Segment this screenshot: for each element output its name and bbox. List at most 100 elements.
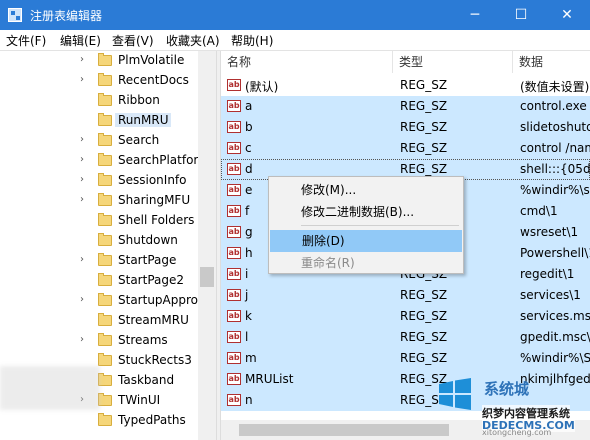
title-bar: 注册表编辑器 ─ ☐ ✕	[0, 0, 590, 30]
value-name: e	[245, 183, 253, 197]
string-value-icon: ab	[227, 205, 241, 217]
tree-scrollbar[interactable]	[198, 51, 216, 440]
minimize-button[interactable]: ─	[452, 0, 498, 30]
tree-item-ribbon[interactable]: Ribbon	[0, 91, 216, 111]
tree-item-runmru[interactable]: RunMRU	[0, 111, 216, 131]
list-scrollbar-thumb[interactable]	[239, 424, 449, 436]
value-name: a	[245, 99, 253, 113]
window-title: 注册表编辑器	[30, 9, 103, 23]
string-value-icon: ab	[227, 352, 241, 364]
value-row-c[interactable]: ab c REG_SZ control /nam	[221, 138, 590, 159]
string-value-icon: ab	[227, 289, 241, 301]
tree-item-searchplatform[interactable]: › SearchPlatform	[0, 151, 216, 171]
tree-item-startpage2[interactable]: StartPage2	[0, 271, 216, 291]
menu-view[interactable]: 查看(V)	[112, 32, 154, 49]
value-type: REG_SZ	[400, 120, 448, 134]
string-value-icon: ab	[227, 268, 241, 280]
value-type: REG_SZ	[400, 141, 448, 155]
value-type: REG_SZ	[400, 351, 448, 365]
tree-item-label: SharingMFU	[118, 193, 191, 207]
tree-item-label: SessionInfo	[118, 173, 187, 187]
maximize-button[interactable]: ☐	[498, 0, 544, 30]
column-header-data[interactable]: 数据	[513, 51, 590, 73]
menu-edit[interactable]: 编辑(E)	[60, 32, 101, 49]
folder-icon	[98, 413, 112, 426]
value-name: i	[245, 267, 249, 281]
tree-item-shell-folders[interactable]: Shell Folders	[0, 211, 216, 231]
chevron-right-icon[interactable]: ›	[80, 154, 84, 165]
menu-favorites[interactable]: 收藏夹(A)	[166, 32, 220, 49]
chevron-right-icon[interactable]: ›	[80, 74, 84, 85]
menu-file[interactable]: 文件(F)	[6, 32, 46, 49]
tree-item-label: StartPage2	[118, 273, 184, 287]
value-name: b	[245, 120, 253, 134]
tree-item-shutdown[interactable]: Shutdown	[0, 231, 216, 251]
value-data: cmd\1	[520, 204, 558, 218]
chevron-right-icon[interactable]: ›	[80, 294, 84, 305]
value-type: REG_SZ	[400, 288, 448, 302]
value-data: shell:::{05d7	[520, 162, 590, 176]
tree-item-label: Taskband	[118, 373, 175, 387]
string-value-icon: ab	[227, 163, 241, 175]
menu-separator	[301, 225, 459, 226]
tree-item-streammru[interactable]: StreamMRU	[0, 311, 216, 331]
context-menu: 修改(M)... 修改二进制数据(B)... 删除(D) 重命名(R)	[268, 176, 464, 274]
string-value-icon: ab	[227, 121, 241, 133]
chevron-right-icon[interactable]: ›	[80, 54, 84, 65]
value-name: h	[245, 246, 253, 260]
value-row-m[interactable]: abm REG_SZ %windir%\Sy	[221, 348, 590, 369]
tree-item-typedpaths[interactable]: TypedPaths	[0, 411, 216, 431]
tree-item-startpage[interactable]: › StartPage	[0, 251, 216, 271]
tree-item-label: RecentDocs	[118, 73, 189, 87]
menu-item-modify[interactable]: 修改(M)...	[269, 179, 463, 201]
chevron-right-icon[interactable]: ›	[80, 334, 84, 345]
tree-item-recentdocs[interactable]: › RecentDocs	[0, 71, 216, 91]
chevron-right-icon[interactable]: ›	[80, 194, 84, 205]
value-data: gpedit.msc\1	[520, 330, 590, 344]
value-name: c	[245, 141, 252, 155]
column-header-type[interactable]: 类型	[393, 51, 513, 73]
menu-item-delete[interactable]: 删除(D)	[270, 230, 462, 252]
value-row-a[interactable]: ab a REG_SZ control.exe (	[221, 96, 590, 117]
close-button[interactable]: ✕	[544, 0, 590, 30]
tree-scrollbar-thumb[interactable]	[200, 267, 214, 287]
tree-item-search[interactable]: › Search	[0, 131, 216, 151]
folder-icon	[98, 113, 112, 126]
folder-icon	[98, 273, 112, 286]
folder-icon	[98, 193, 112, 206]
tree-item-plmvolatile[interactable]: › PlmVolatile	[0, 51, 216, 71]
tree-item-label: TypedPaths	[118, 413, 186, 427]
tree-item-label: Search	[118, 133, 160, 147]
value-row-l[interactable]: abl REG_SZ gpedit.msc\1	[221, 327, 590, 348]
tree-item-startupapproved[interactable]: › StartupApprove	[0, 291, 216, 311]
menu-item-modify-binary[interactable]: 修改二进制数据(B)...	[269, 201, 463, 223]
value-type: REG_SZ	[400, 309, 448, 323]
value-name: d	[245, 162, 253, 176]
folder-icon	[98, 213, 112, 226]
windows-logo-icon	[439, 378, 471, 410]
chevron-right-icon[interactable]: ›	[80, 254, 84, 265]
string-value-icon: ab	[227, 226, 241, 238]
string-value-icon: ab	[227, 100, 241, 112]
folder-icon	[98, 393, 112, 406]
folder-icon	[98, 293, 112, 306]
tree-item-sharingmfu[interactable]: › SharingMFU	[0, 191, 216, 211]
tree-item-streams[interactable]: › Streams	[0, 331, 216, 351]
folder-icon	[98, 153, 112, 166]
folder-icon	[98, 373, 112, 386]
value-row-k[interactable]: ab k REG_SZ services.msc	[221, 306, 590, 327]
column-header-name[interactable]: 名称	[221, 51, 393, 73]
value-row-mrulist[interactable]: ab MRUList REG_SZ nkimjlhfged	[221, 369, 590, 390]
tree-item-sessioninfo[interactable]: › SessionInfo	[0, 171, 216, 191]
string-value-icon: ab	[227, 373, 241, 385]
folder-icon	[98, 313, 112, 326]
value-row-b[interactable]: abb REG_SZ slidetoshutdo	[221, 117, 590, 138]
chevron-right-icon[interactable]: ›	[80, 174, 84, 185]
value-name: l	[245, 330, 249, 344]
value-data: services.msc	[520, 309, 590, 323]
menu-help[interactable]: 帮助(H)	[231, 32, 273, 49]
value-row-default[interactable]: ab (默认) REG_SZ (数值未设置)	[221, 75, 590, 96]
value-row-j[interactable]: ab j REG_SZ services\1	[221, 285, 590, 306]
chevron-right-icon[interactable]: ›	[80, 134, 84, 145]
value-data: Powershell\1	[520, 246, 590, 260]
